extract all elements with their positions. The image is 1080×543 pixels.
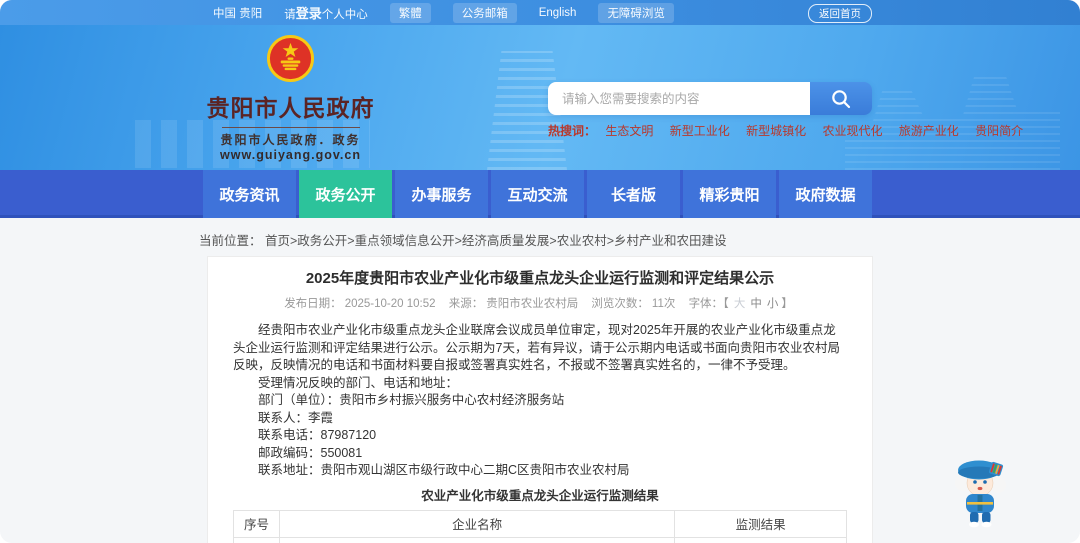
header-cell-result: 监测结果 (674, 509, 847, 538)
table-row: 1 贵州合力超市采购有限公司 合格 (233, 536, 847, 543)
article-meta: 发布日期： 2025-10-20 10:52 来源： 贵阳市农业农村局 浏览次数： 1… (233, 295, 847, 311)
page: 中国 贵阳 请登录个人中心 繁體 公务邮箱 English 无障碍浏览 返回首页… (0, 0, 1080, 543)
topbar-links: 中国 贵阳 请登录个人中心 繁體 公务邮箱 English 无障碍浏览 (213, 2, 674, 23)
source-label: 来源： (448, 298, 484, 310)
site-title: 贵阳市人民政府 (206, 95, 375, 121)
article-paragraph: 联系人：李霞 (258, 410, 334, 425)
views-value: 11次 (651, 298, 676, 310)
search-area: 热搜词： 生态文明 新型工业化 新型城镇化 农业现代化 旅游产业化 贵阳简介 (548, 82, 1023, 139)
nav-item-zwgk[interactable]: 政务公开 (299, 170, 392, 218)
breadcrumb: 当前位置： 首页>政务公开>重点领域信息公开>经济高质量发展>农业农村>乡村产业… (199, 230, 727, 249)
nav-item-hdjl[interactable]: 互动交流 (491, 170, 584, 218)
source-value: 贵阳市农业农村局 (486, 298, 579, 310)
article-paragraph: 受理情况反映的部门、电话和地址： (258, 375, 459, 390)
article-paragraph: 联系地址：贵阳市观山湖区市级行政中心二期C区贵阳市农业农村局 (258, 463, 630, 477)
site-url: www.guiyang.gov.cn (220, 148, 361, 162)
breadcrumb-label: 当前位置： (199, 234, 262, 248)
site-subtitle: 贵阳市人民政府．政务 (220, 133, 361, 147)
nav-item-zfsj[interactable]: 政府数据 (779, 170, 872, 218)
hot-words-label: 热搜词： (548, 124, 597, 138)
hot-word-link[interactable]: 贵阳简介 (975, 124, 1023, 138)
nav-items: 政务资讯 政务公开 办事服务 互动交流 长者版 精彩贵阳 政府数据 (203, 170, 872, 218)
search-input[interactable] (548, 82, 810, 115)
hot-word-link[interactable]: 生态文明 (605, 124, 653, 138)
hot-word-link[interactable]: 农业现代化 (822, 124, 882, 138)
main-nav: 政务资讯 政务公开 办事服务 互动交流 长者版 精彩贵阳 政府数据 (0, 170, 1080, 218)
hot-words: 热搜词： 生态文明 新型工业化 新型城镇化 农业现代化 旅游产业化 贵阳简介 (548, 122, 1023, 139)
login-text-post: 个人中心 (321, 9, 368, 21)
cell-index: 1 (233, 536, 280, 543)
nav-item-zwzx[interactable]: 政务资讯 (203, 170, 296, 218)
font-size-label: 字体：【 (688, 298, 729, 310)
cell-result: 合格 (674, 536, 847, 543)
topbar-link-mail[interactable]: 公务邮箱 (452, 2, 517, 23)
article-body: 经贵阳市农业产业化市级重点龙头企业联席会议成员单位审定，现对2025年开展的农业… (233, 322, 847, 480)
mascot-assistant[interactable] (950, 455, 1014, 529)
header-banner: 贵阳市人民政府 贵阳市人民政府．政务 www.guiyang.gov.cn 热搜… (0, 25, 1080, 170)
hot-word-link[interactable]: 新型工业化 (670, 124, 730, 138)
breadcrumb-path[interactable]: 首页>政务公开>重点领域信息公开>经济高质量发展>农业农村>乡村产业和农田建设 (265, 234, 727, 248)
font-size-small-button[interactable]: 小 (767, 298, 779, 310)
nav-item-bsfw[interactable]: 办事服务 (395, 170, 488, 218)
font-size-medium-button[interactable]: 中 (750, 298, 762, 310)
hot-word-link[interactable]: 新型城镇化 (746, 124, 806, 138)
article-paragraph: 邮政编码：550081 (258, 445, 363, 460)
nav-item-jcgy[interactable]: 精彩贵阳 (683, 170, 776, 218)
search-box (548, 82, 872, 115)
cell-company: 贵州合力超市采购有限公司 (278, 536, 676, 543)
publish-date: 2025-10-20 10:52 (344, 298, 436, 310)
monitoring-result-table: 序号 企业名称 监测结果 1 贵州合力超市采购有限公司 合格 2 贵州友禾种业有… (233, 509, 847, 543)
back-home-button[interactable]: 返回首页 (808, 4, 872, 23)
font-size-large-button[interactable]: 大 (734, 298, 746, 310)
article-paragraph: 部门（单位）：贵阳市乡村振兴服务中心农村经济服务站 (258, 393, 565, 407)
mascot-icon (955, 460, 1006, 528)
article-card: 2025年度贵阳市农业产业化市级重点龙头企业运行监测和评定结果公示 发布日期： 2… (207, 256, 873, 543)
font-size-label-end: 】 (781, 298, 793, 310)
search-button[interactable] (810, 82, 872, 115)
topbar-link-accessibility[interactable]: 无障碍浏览 (598, 2, 674, 23)
article-paragraph: 联系电话：87987120 (258, 428, 377, 442)
topbar: 中国 贵阳 请登录个人中心 繁體 公务邮箱 English 无障碍浏览 返回首页 (0, 0, 1080, 25)
topbar-link-login[interactable]: 请登录个人中心 (284, 3, 368, 22)
views-label: 浏览次数： (591, 298, 649, 310)
login-text-bold: 登录 (295, 6, 322, 21)
article-title: 2025年度贵阳市农业产业化市级重点龙头企业运行监测和评定结果公示 (305, 270, 775, 287)
nav-item-lzb[interactable]: 长者版 (587, 170, 680, 218)
hot-word-link[interactable]: 旅游产业化 (899, 124, 959, 138)
table-header-row: 序号 企业名称 监测结果 (233, 509, 847, 538)
login-text-pre: 请 (284, 9, 296, 21)
topbar-link-region[interactable]: 中国 贵阳 (213, 5, 262, 21)
header-cell-company: 企业名称 (278, 509, 676, 538)
topbar-link-traditional[interactable]: 繁體 (389, 2, 431, 23)
site-logo[interactable]: 贵阳市人民政府 贵阳市人民政府．政务 www.guiyang.gov.cn (183, 34, 398, 162)
publish-date-label: 发布日期： (284, 298, 342, 310)
search-icon (832, 89, 851, 108)
brand-divider (221, 127, 360, 128)
header-cell-index: 序号 (233, 509, 280, 538)
topbar-link-english[interactable]: English (539, 7, 577, 19)
result-table-caption: 农业产业化市级重点龙头企业运行监测结果 (421, 488, 659, 503)
national-emblem-icon (267, 35, 314, 82)
article-paragraph: 经贵阳市农业产业化市级重点龙头企业联席会议成员单位审定，现对2025年开展的农业… (233, 323, 840, 372)
